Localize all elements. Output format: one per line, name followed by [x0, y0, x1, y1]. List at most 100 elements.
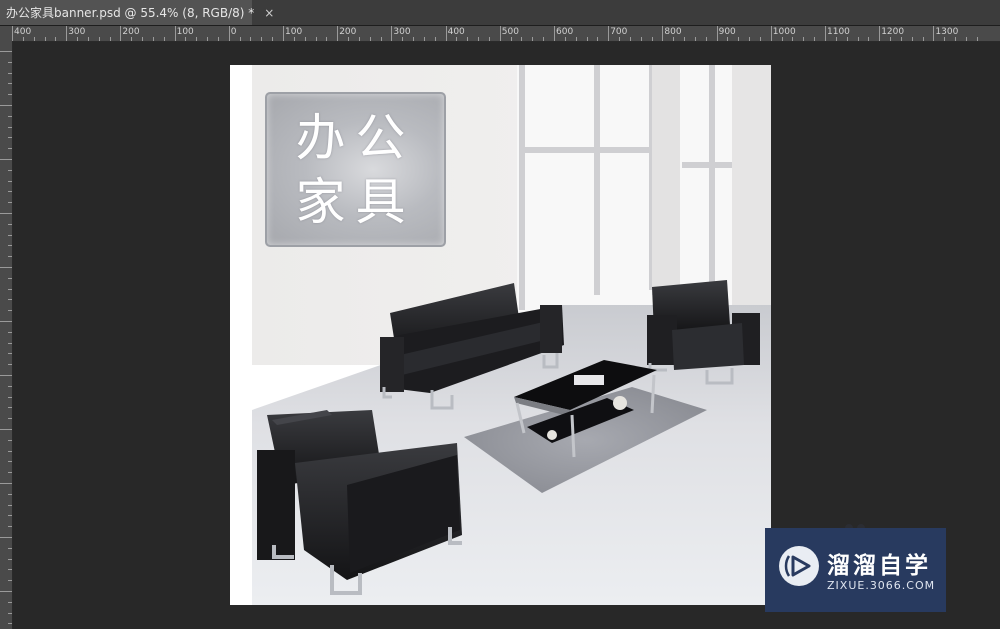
ruler-minor-tick [8, 515, 12, 517]
title-line-2: 家具 [295, 173, 416, 231]
ruler-label: 700 [610, 27, 628, 37]
ruler-minor-tick [423, 37, 425, 41]
ruler-major-tick [825, 26, 826, 41]
close-icon[interactable]: × [264, 6, 274, 20]
ruler-label: 1200 [881, 27, 905, 37]
watermark-title: 溜溜自学 [827, 553, 931, 579]
ruler-major-tick [608, 26, 610, 41]
ruler-minor-tick [532, 37, 534, 41]
ruler-minor-tick [8, 137, 12, 139]
watermark-subtitle: ZIXUE.3066.COM [827, 579, 936, 592]
ruler-minor-tick [564, 37, 566, 41]
ruler-minor-tick [304, 37, 306, 41]
ruler-minor-tick [358, 37, 360, 41]
ruler-minor-tick [8, 115, 12, 117]
ruler-minor-tick [727, 37, 729, 41]
ruler-minor-tick [152, 37, 154, 41]
ruler-minor-tick [814, 37, 816, 41]
ruler-minor-tick [369, 37, 371, 41]
ruler-minor-tick [521, 37, 523, 41]
ruler-minor-tick [868, 37, 870, 41]
ruler-minor-tick [8, 353, 12, 355]
ruler-minor-tick [348, 37, 350, 41]
ruler-minor-tick [131, 37, 133, 41]
ruler-minor-tick [326, 37, 328, 41]
title-text-box: 办公 家具 [265, 92, 446, 247]
ruler-minor-tick [8, 277, 12, 279]
ruler-minor-tick [8, 504, 12, 506]
ruler-minor-tick [955, 37, 957, 41]
ruler-minor-tick [944, 37, 946, 41]
play-logo-icon [779, 546, 819, 586]
ruler-minor-tick [976, 37, 978, 41]
ruler-minor-tick [488, 37, 490, 41]
ruler-major-tick [66, 26, 68, 41]
ruler-major-tick [0, 321, 12, 322]
ruler-minor-tick [8, 450, 12, 452]
vertical-ruler[interactable] [0, 41, 13, 629]
ruler-major-tick [0, 213, 12, 214]
ruler-minor-tick [8, 461, 12, 463]
watermark-badge: 溜溜自学 ZIXUE.3066.COM [765, 528, 946, 612]
ruler-minor-tick [8, 558, 12, 560]
ruler-minor-tick [478, 37, 480, 41]
ruler-major-tick [716, 26, 718, 41]
ruler-major-tick [283, 26, 284, 41]
ruler-minor-tick [8, 83, 12, 85]
ruler-minor-tick [629, 37, 631, 41]
ruler-minor-tick [98, 37, 100, 41]
document-tab-bar: 办公家具banner.psd @ 55.4% (8, RGB/8) * × [0, 0, 1000, 26]
ruler-label: 100 [176, 27, 194, 37]
ruler-minor-tick [8, 580, 12, 582]
ruler-minor-tick [217, 37, 219, 41]
document-canvas[interactable]: 办公 家具 [230, 65, 771, 605]
ruler-minor-tick [55, 37, 57, 41]
ruler-minor-tick [8, 569, 12, 571]
ruler-label: 300 [68, 27, 86, 37]
ruler-label: 400 [14, 27, 32, 37]
ruler-major-tick [933, 26, 935, 41]
ruler-major-tick [0, 591, 12, 592]
ruler-minor-tick [965, 37, 967, 41]
ruler-minor-tick [380, 37, 382, 41]
ruler-minor-tick [792, 37, 794, 41]
ruler-label: 300 [393, 27, 411, 37]
ruler-major-tick [0, 537, 12, 538]
horizontal-ruler[interactable]: 400 300 200 100 0 100 200 300 400 500 600 700 800 900… [0, 26, 1000, 42]
document-tab-title: 办公家具banner.psd @ 55.4% (8, RGB/8) * [6, 6, 255, 20]
ruler-minor-tick [142, 37, 144, 41]
document-tab[interactable]: 办公家具banner.psd @ 55.4% (8, RGB/8) * × [0, 0, 274, 25]
ruler-minor-tick [857, 37, 859, 41]
ruler-major-tick [0, 375, 12, 376]
ruler-minor-tick [640, 37, 642, 41]
ruler-label: 800 [664, 27, 682, 37]
ruler-minor-tick [8, 396, 12, 398]
ruler-minor-tick [900, 37, 902, 41]
ruler-major-tick [0, 159, 12, 160]
ruler-minor-tick [293, 37, 295, 41]
ruler-major-tick [499, 26, 501, 41]
ruler-minor-tick [890, 37, 892, 41]
ruler-minor-tick [694, 37, 696, 41]
ruler-minor-tick [586, 37, 588, 41]
ruler-minor-tick [575, 37, 577, 41]
ruler-minor-tick [8, 245, 12, 247]
ruler-minor-tick [239, 37, 241, 41]
ruler-minor-tick [8, 472, 12, 474]
ruler-minor-tick [8, 202, 12, 204]
ruler-minor-tick [651, 37, 653, 41]
ruler-major-tick [0, 429, 12, 430]
ruler-minor-tick [8, 601, 12, 603]
ruler-minor-tick [8, 72, 12, 74]
ruler-minor-tick [456, 37, 458, 41]
ruler-major-tick [0, 105, 12, 106]
ruler-minor-tick [846, 37, 848, 41]
ruler-minor-tick [109, 37, 111, 41]
ruler-minor-tick [8, 407, 12, 409]
ruler-minor-tick [44, 37, 46, 41]
ruler-major-tick [0, 267, 12, 268]
ruler-minor-tick [207, 37, 209, 41]
ruler-minor-tick [8, 180, 12, 182]
ruler-minor-tick [8, 126, 12, 128]
ruler-minor-tick [413, 37, 415, 41]
